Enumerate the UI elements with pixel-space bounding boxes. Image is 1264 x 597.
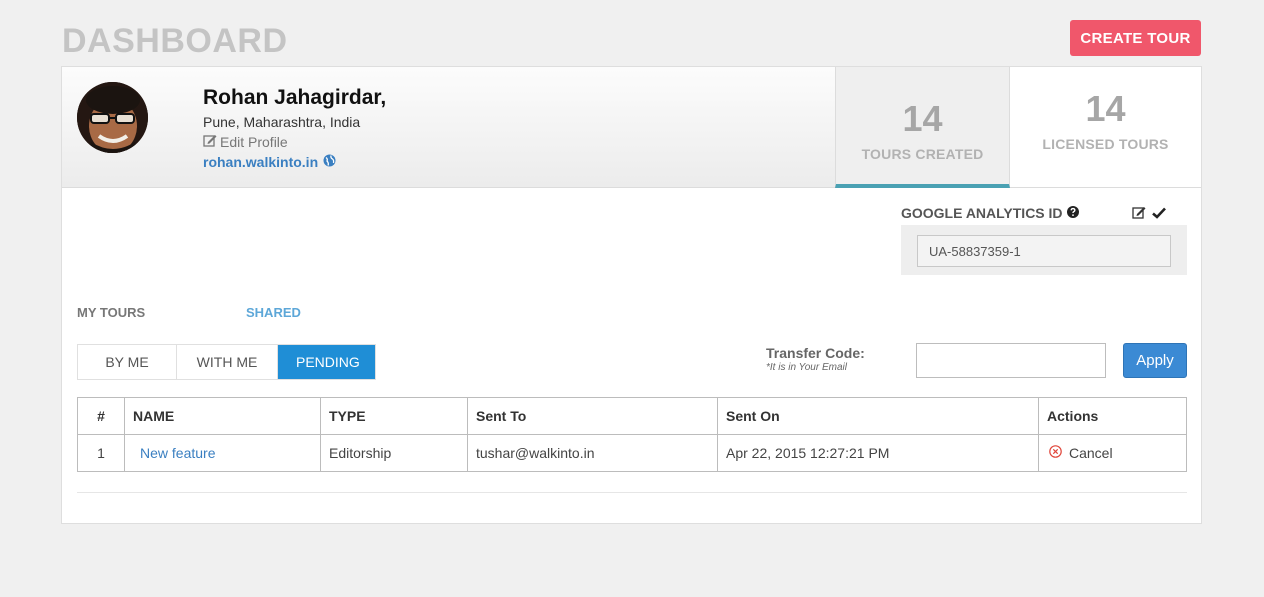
table-header-row: # NAME TYPE Sent To Sent On Actions (77, 397, 1187, 435)
row-type: Editorship (320, 434, 468, 472)
transfer-code-label: Transfer Code: (766, 345, 865, 361)
user-name: Rohan Jahagirdar, (203, 86, 387, 109)
stat-licensed-tours[interactable]: 14 LICENSED TOURS (1010, 67, 1201, 187)
edit-profile-label: Edit Profile (220, 134, 288, 150)
header-type: TYPE (320, 397, 468, 435)
divider (77, 492, 1187, 493)
row-actions: Cancel (1038, 434, 1187, 472)
edit-icon[interactable] (1132, 206, 1146, 224)
user-location: Pune, Maharashtra, India (203, 114, 361, 130)
transfer-code-hint: *It is in Your Email (766, 362, 847, 373)
transfer-code-input[interactable] (916, 343, 1106, 378)
check-icon[interactable] (1152, 206, 1166, 224)
tours-table: # NAME TYPE Sent To Sent On Actions 1 Ne… (77, 397, 1187, 472)
profile-header: Rohan Jahagirdar, Pune, Maharashtra, Ind… (62, 67, 1201, 188)
tours-created-label: TOURS CREATED (861, 146, 984, 162)
tours-created-count: 14 (902, 98, 943, 139)
question-icon[interactable] (1066, 205, 1079, 221)
stat-tours-created[interactable]: 14 TOURS CREATED (835, 67, 1010, 188)
header-actions: Actions (1038, 397, 1187, 435)
row-number: 1 (77, 434, 125, 472)
page-title: DASHBOARD (62, 22, 288, 60)
row-name-cell: New feature (124, 434, 321, 472)
apply-button[interactable]: Apply (1123, 343, 1187, 378)
tour-filter-group: BY ME WITH ME PENDING (77, 344, 376, 380)
user-website-link[interactable]: rohan.walkinto.in (203, 154, 336, 170)
cancel-label: Cancel (1069, 445, 1113, 461)
analytics-label-text: GOOGLE ANALYTICS ID (901, 205, 1063, 221)
header-name: NAME (124, 397, 321, 435)
tab-shared[interactable]: SHARED (246, 305, 301, 320)
analytics-actions (1132, 206, 1166, 224)
filter-with-me-button[interactable]: WITH ME (177, 345, 278, 379)
cancel-icon (1049, 445, 1062, 461)
licensed-tours-count: 14 (1085, 88, 1126, 129)
row-sent-to: tushar@walkinto.in (467, 434, 718, 472)
filter-pending-button[interactable]: PENDING (278, 345, 375, 379)
table-row: 1 New feature Editorship tushar@walkinto… (77, 434, 1187, 472)
dashboard-card: Rohan Jahagirdar, Pune, Maharashtra, Ind… (61, 66, 1202, 524)
edit-profile-link[interactable]: Edit Profile (203, 134, 288, 150)
website-label: rohan.walkinto.in (203, 154, 319, 170)
create-tour-button[interactable]: CREATE TOUR (1070, 20, 1201, 56)
tour-name-link[interactable]: New feature (133, 445, 215, 461)
filter-by-me-button[interactable]: BY ME (78, 345, 177, 379)
header-sent-to: Sent To (467, 397, 718, 435)
globe-icon (323, 154, 336, 170)
analytics-box (901, 225, 1187, 275)
header-number: # (77, 397, 125, 435)
cancel-button[interactable]: Cancel (1047, 445, 1113, 461)
edit-icon (203, 134, 217, 150)
avatar (77, 82, 148, 153)
row-sent-on: Apr 22, 2015 12:27:21 PM (717, 434, 1039, 472)
analytics-label: GOOGLE ANALYTICS ID (901, 205, 1079, 221)
tab-my-tours[interactable]: MY TOURS (77, 305, 145, 320)
analytics-id-input[interactable] (917, 235, 1171, 267)
header-sent-on: Sent On (717, 397, 1039, 435)
licensed-tours-label: LICENSED TOURS (1042, 136, 1169, 152)
